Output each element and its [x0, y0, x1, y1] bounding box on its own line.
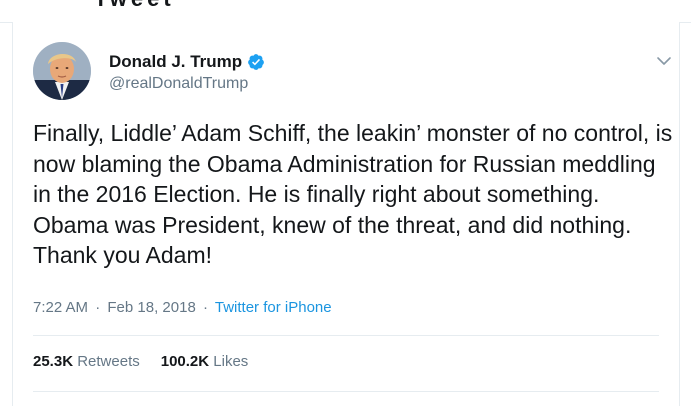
retweets-count: 25.3K: [33, 353, 74, 370]
profile-photo-icon: [33, 42, 91, 100]
author-display-name[interactable]: Donald J. Trump: [109, 52, 242, 72]
tweet-time[interactable]: 7:22 AM: [33, 299, 88, 316]
divider: [33, 335, 659, 336]
verified-badge-icon: [247, 53, 265, 71]
tweet-metadata: 7:22 AM · Feb 18, 2018 · Twitter for iPh…: [33, 298, 332, 318]
likes-count: 100.2K: [160, 353, 210, 370]
chevron-down-icon[interactable]: [655, 52, 673, 70]
retweets-stat[interactable]: 25.3K Retweets: [33, 352, 140, 372]
likes-label: Likes: [213, 353, 249, 370]
author-name-row: Donald J. Trump: [109, 52, 265, 72]
tweet-header: Donald J. Trump @realDonaldTrump: [33, 42, 673, 102]
likes-stat[interactable]: 100.2K Likes: [161, 352, 249, 372]
retweets-label: Retweets: [77, 353, 140, 370]
tweet-source-link[interactable]: Twitter for iPhone: [215, 299, 332, 316]
header-title: Tweet: [94, 0, 175, 12]
author-handle[interactable]: @realDonaldTrump: [109, 74, 265, 94]
top-header-strip: Tweet: [0, 0, 691, 23]
tweet-text: Finally, Liddle’ Adam Schiff, the leakin…: [33, 120, 673, 268]
divider: [33, 391, 659, 392]
engagement-stats: 25.3K Retweets 100.2K Likes: [33, 352, 269, 372]
tweet-page: Tweet Donald J. Trump: [0, 0, 691, 406]
author-info: Donald J. Trump @realDonaldTrump: [109, 52, 265, 94]
avatar[interactable]: [33, 42, 91, 100]
tweet-card: Donald J. Trump @realDonaldTrump Finally…: [12, 22, 680, 406]
tweet-date[interactable]: Feb 18, 2018: [107, 299, 195, 316]
meta-separator: ·: [95, 299, 101, 316]
meta-separator: ·: [202, 299, 208, 316]
